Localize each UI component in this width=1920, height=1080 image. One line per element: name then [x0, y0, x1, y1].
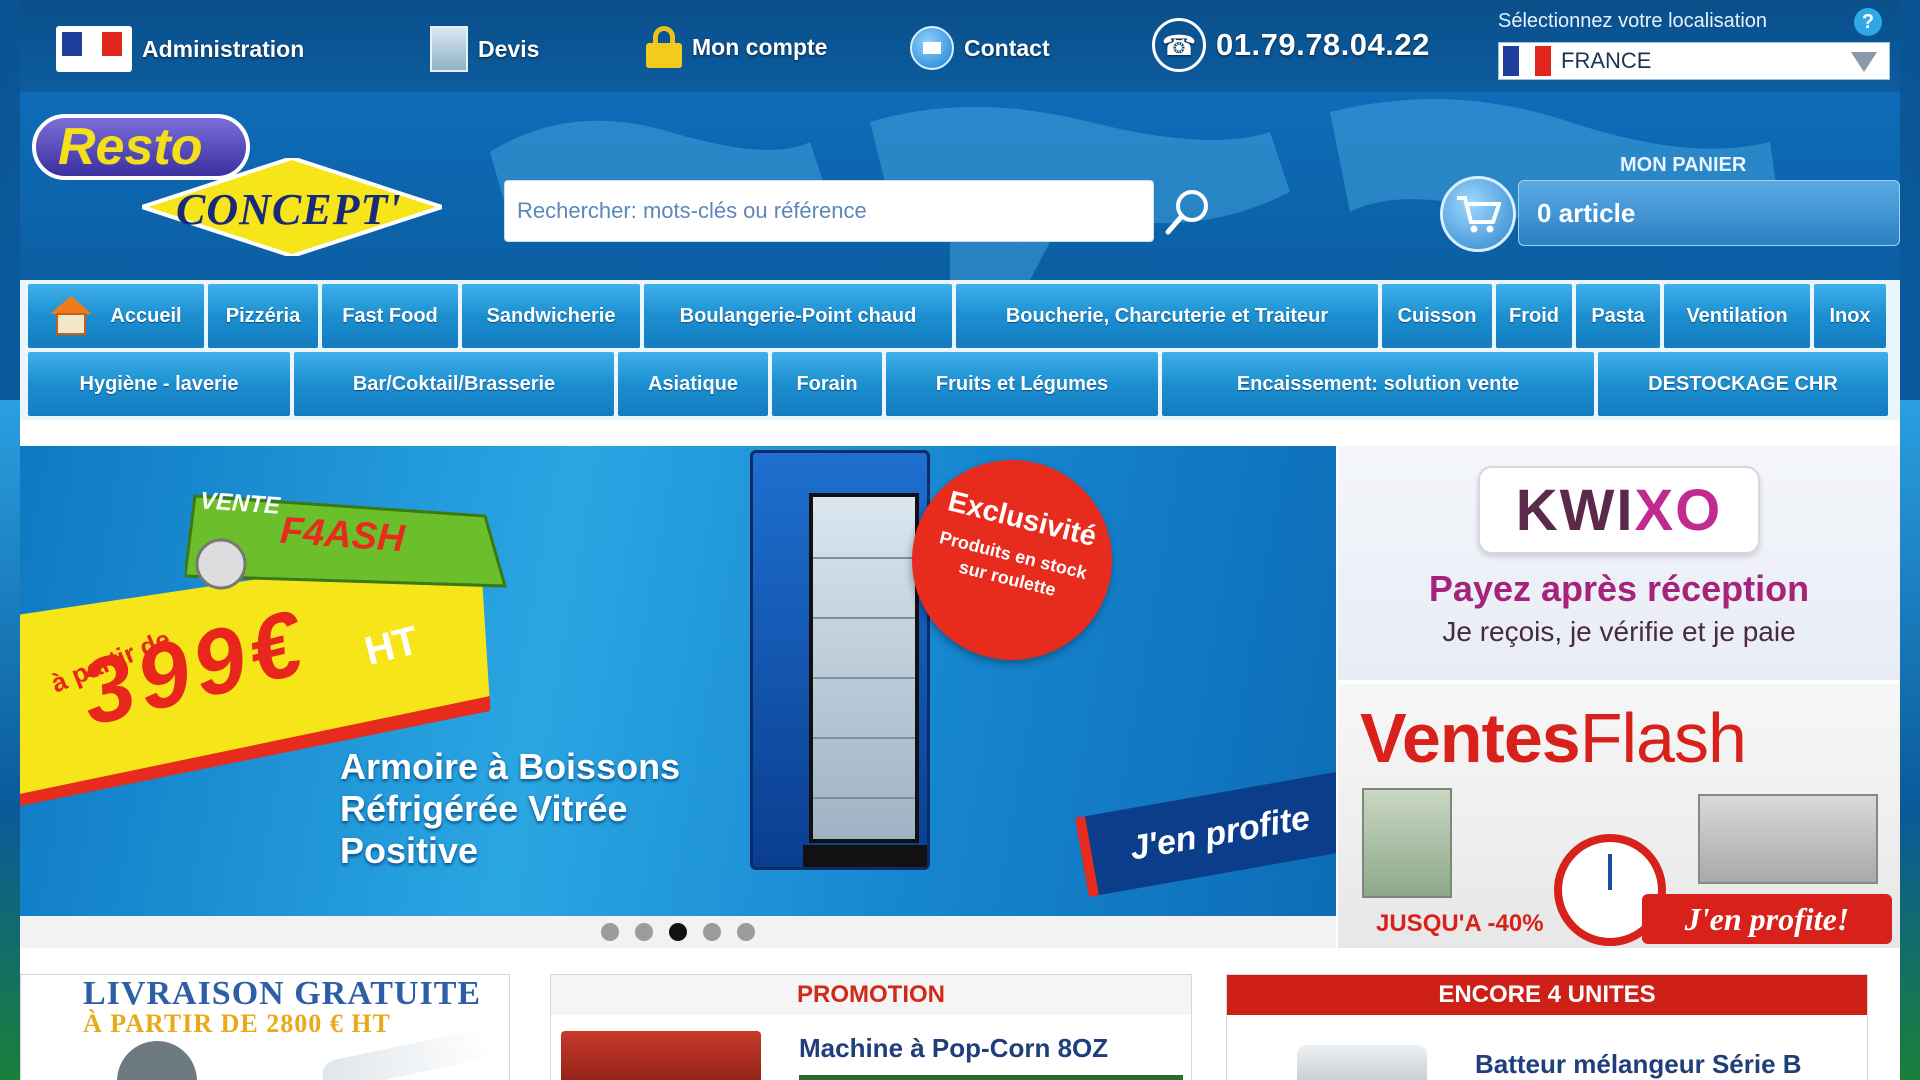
- banner-line-3: Positive: [340, 830, 479, 871]
- site-header: CONCEPT' Resto MON PANIER 0 article: [20, 92, 1900, 280]
- promotion-price-bar: [799, 1075, 1183, 1080]
- phone-icon: ☎: [1152, 18, 1206, 72]
- nav-item-accueil[interactable]: Accueil: [28, 284, 204, 348]
- main-content: VENTE F4ASH à partir de 399€ HT Armoire …: [20, 420, 1900, 1080]
- search-icon[interactable]: [1162, 184, 1216, 238]
- cart-icon[interactable]: [1440, 176, 1516, 252]
- nav-item-label: Accueil: [110, 304, 182, 327]
- product-image: [1698, 794, 1878, 884]
- shopping-cart-icon: [1457, 196, 1501, 233]
- france-flag-icon: [1503, 46, 1551, 76]
- delivery-subtitle: À PARTIR DE 2800 € HT: [83, 1009, 391, 1038]
- promotion-header: PROMOTION: [551, 975, 1191, 1015]
- cart-summary[interactable]: 0 article: [1518, 180, 1900, 246]
- delivery-person-image: [117, 1041, 197, 1080]
- account-label: Mon compte: [692, 33, 828, 60]
- kwixo-banner[interactable]: KWIXO Payez après réception Je reçois, j…: [1338, 446, 1900, 680]
- banner-cta-button[interactable]: J'en profite: [1075, 771, 1336, 897]
- slide-dot-3[interactable]: [669, 923, 687, 941]
- devis-label: Devis: [478, 35, 540, 62]
- category-nav: Accueil Pizzéria Fast Food Sandwicherie …: [20, 280, 1900, 420]
- nav-item-fruits-legumes[interactable]: Fruits et Légumes: [886, 352, 1158, 416]
- nav-row-1: Accueil Pizzéria Fast Food Sandwicherie …: [28, 284, 1886, 348]
- nav-item-pasta[interactable]: Pasta: [1576, 284, 1660, 348]
- free-delivery-card[interactable]: LIVRAISON GRATUITE À PARTIR DE 2800 € HT: [20, 974, 510, 1080]
- ventes-flash-title: VentesFlash: [1360, 699, 1747, 777]
- ventes-flash-cta-button[interactable]: J'en profite!: [1642, 894, 1892, 944]
- nav-item-bar[interactable]: Bar/Coktail/Brasserie: [294, 352, 614, 416]
- location-label: Sélectionnez votre localisation: [1498, 10, 1768, 32]
- banner-line-1: Armoire à Boissons: [340, 746, 681, 787]
- government-flag-icon: [56, 26, 132, 72]
- phone-contact: ☎ 01.79.78.04.22: [1152, 18, 1430, 72]
- location-value: FRANCE: [1561, 48, 1652, 73]
- slide-dot-1[interactable]: [601, 923, 619, 941]
- product-image: [1362, 788, 1452, 898]
- chevron-down-icon: [1851, 52, 1877, 72]
- search-field[interactable]: [504, 180, 1154, 242]
- delivery-title: LIVRAISON GRATUITE: [83, 975, 482, 1012]
- banner-product-title: Armoire à Boissons Réfrigérée Vitrée Pos…: [340, 746, 680, 872]
- lock-icon: [646, 26, 682, 68]
- nav-item-pizzeria[interactable]: Pizzéria: [208, 284, 318, 348]
- page-frame: Administration Devis Mon compte Contact …: [20, 0, 1900, 1080]
- home-icon: [50, 296, 93, 336]
- slide-dot-5[interactable]: [737, 923, 755, 941]
- nav-item-ventilation[interactable]: Ventilation: [1664, 284, 1810, 348]
- kwixo-headline: Payez après réception: [1428, 568, 1810, 609]
- contact-link[interactable]: Contact: [910, 26, 1050, 70]
- search-input[interactable]: [517, 198, 1153, 224]
- slider-pagination: [20, 916, 1336, 948]
- promo-slider[interactable]: VENTE F4ASH à partir de 399€ HT Armoire …: [20, 446, 1336, 916]
- account-link[interactable]: Mon compte: [646, 26, 827, 68]
- stock-card[interactable]: ENCORE 4 UNITES Batteur mélangeur Série …: [1226, 974, 1868, 1080]
- nav-item-sandwicherie[interactable]: Sandwicherie: [462, 284, 640, 348]
- stock-header: ENCORE 4 UNITES: [1227, 975, 1867, 1015]
- document-icon: [430, 26, 468, 72]
- slide-dot-2[interactable]: [635, 923, 653, 941]
- location-select[interactable]: FRANCE: [1498, 42, 1890, 80]
- popcorn-machine-image: [561, 1031, 761, 1080]
- nav-item-inox[interactable]: Inox: [1814, 284, 1886, 348]
- nav-item-asiatique[interactable]: Asiatique: [618, 352, 768, 416]
- mail-icon: [910, 26, 954, 70]
- nav-item-froid[interactable]: Froid: [1496, 284, 1572, 348]
- nav-row-2: Hygiène - laverie Bar/Coktail/Brasserie …: [28, 352, 1888, 416]
- kwixo-logo: KWIXO: [1478, 466, 1760, 554]
- kwixo-subline: Je reçois, je vérifie et je paie: [1442, 616, 1796, 647]
- slide-dot-4[interactable]: [703, 923, 721, 941]
- help-icon[interactable]: ?: [1854, 8, 1882, 36]
- promotion-card[interactable]: PROMOTION Machine à Pop-Corn 8OZ: [550, 974, 1192, 1080]
- nav-item-boucherie[interactable]: Boucherie, Charcuterie et Traiteur: [956, 284, 1378, 348]
- devis-link[interactable]: Devis: [430, 26, 539, 72]
- vente-label: VENTE: [199, 487, 281, 520]
- phone-number: 01.79.78.04.22: [1216, 27, 1430, 62]
- banner-line-2: Réfrigérée Vitrée: [340, 788, 628, 829]
- logo-resto-text: Resto: [32, 114, 250, 180]
- contact-label: Contact: [964, 34, 1050, 61]
- nav-item-encaissement[interactable]: Encaissement: solution vente: [1162, 352, 1594, 416]
- nav-item-fast-food[interactable]: Fast Food: [322, 284, 458, 348]
- resto-concept-logo[interactable]: CONCEPT' Resto: [32, 114, 452, 264]
- nav-item-cuisson[interactable]: Cuisson: [1382, 284, 1492, 348]
- promotion-product-name[interactable]: Machine à Pop-Corn 8OZ: [799, 1033, 1108, 1064]
- mixer-image: [1297, 1045, 1427, 1080]
- top-bar: Administration Devis Mon compte Contact …: [20, 0, 1900, 92]
- nav-item-hygiene[interactable]: Hygiène - laverie: [28, 352, 290, 416]
- administration-link[interactable]: Administration: [56, 26, 304, 72]
- ventes-flash-banner[interactable]: VentesFlash JUSQU'A -40% J'en profite!: [1338, 684, 1900, 948]
- flash-label: F4ASH: [278, 509, 406, 561]
- nav-item-destockage[interactable]: DESTOCKAGE CHR: [1598, 352, 1888, 416]
- fridge-product-image: [750, 450, 930, 870]
- discount-label: JUSQU'A -40%: [1376, 910, 1544, 937]
- cart-title: MON PANIER: [1620, 154, 1747, 176]
- nav-item-boulangerie[interactable]: Boulangerie-Point chaud: [644, 284, 952, 348]
- stock-product-name[interactable]: Batteur mélangeur Série B: [1475, 1049, 1802, 1080]
- nav-item-forain[interactable]: Forain: [772, 352, 882, 416]
- administration-label: Administration: [142, 35, 305, 62]
